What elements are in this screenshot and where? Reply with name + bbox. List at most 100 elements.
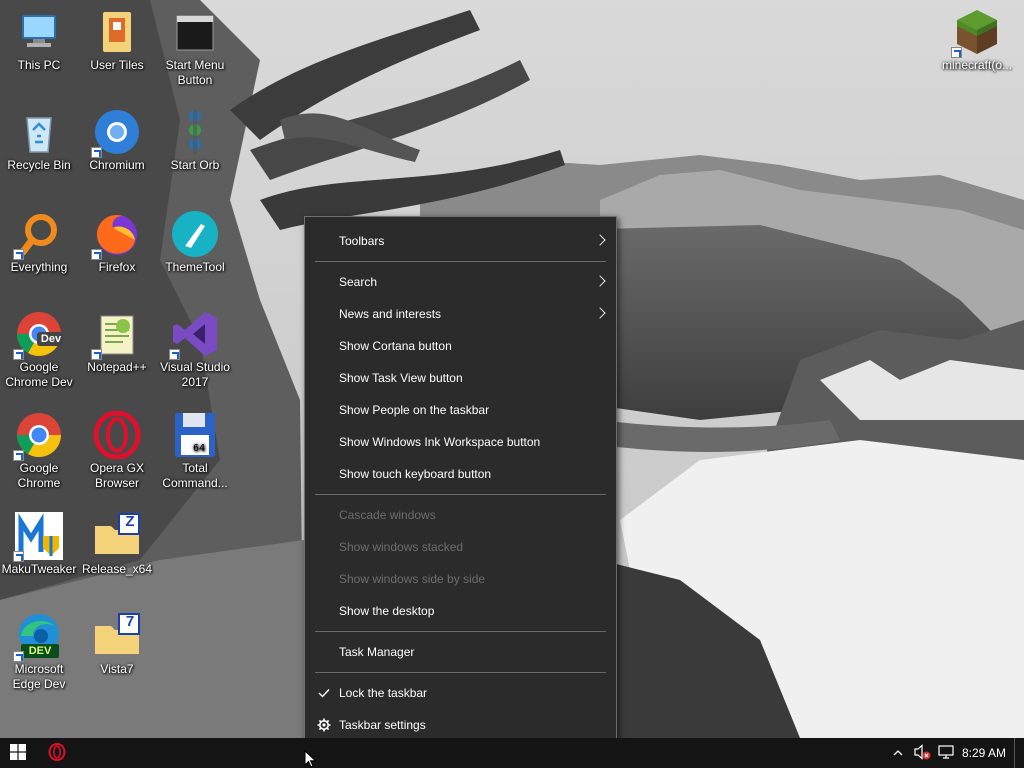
desktop-icon-google-chrome[interactable]: Google Chrome xyxy=(0,411,78,491)
volume-muted-icon xyxy=(913,743,931,763)
desktop-icon-firefox[interactable]: Firefox xyxy=(78,210,156,275)
start-button[interactable] xyxy=(0,738,36,768)
desktop-icon-label: Recycle Bin xyxy=(7,158,71,172)
chevron-up-icon xyxy=(893,746,903,760)
desktop-icon-label: Everything xyxy=(10,260,68,274)
folder-icon: 7 xyxy=(93,612,141,660)
folder-icon xyxy=(93,8,141,56)
menu-separator xyxy=(315,494,606,495)
taskbar-clock[interactable]: 8:29 AM xyxy=(962,738,1006,768)
menu-item-lock-the-taskbar[interactable]: Lock the taskbar xyxy=(305,677,616,709)
desktop-icon-minecraft[interactable]: minecraft(o... xyxy=(936,8,1018,73)
desktop-icon-label: Release_x64 xyxy=(81,562,153,576)
desktop-icon-label: Google Chrome xyxy=(17,461,61,490)
menu-item-cascade-windows: Cascade windows xyxy=(305,499,616,531)
menu-item-label: Show windows side by side xyxy=(339,572,486,586)
menu-item-show-task-view-button[interactable]: Show Task View button xyxy=(305,362,616,394)
desktop-icon-label: minecraft(o... xyxy=(941,58,1013,72)
computer-icon xyxy=(15,8,63,56)
folder-badge: 7 xyxy=(125,613,135,630)
folder-badge: Z xyxy=(125,513,135,530)
makutweaker-icon xyxy=(13,512,63,562)
menu-item-label: Cascade windows xyxy=(339,508,436,522)
desktop-icon-total-commander[interactable]: 64 Total Command... xyxy=(156,411,234,491)
edge-dev-icon: DEV xyxy=(13,612,63,662)
menu-item-show-people-on-taskbar[interactable]: Show People on the taskbar xyxy=(305,394,616,426)
menu-item-label: Show windows stacked xyxy=(339,540,464,554)
menu-item-label: Task Manager xyxy=(339,645,415,659)
menu-item-label: Toolbars xyxy=(339,234,385,248)
desktop-icon-user-tiles[interactable]: User Tiles xyxy=(78,8,156,73)
desktop-icon-notepadpp[interactable]: Notepad++ xyxy=(78,310,156,375)
desktop-icon-label: Google Chrome Dev xyxy=(5,360,73,389)
desktop-icon-label: Vista7 xyxy=(100,662,134,676)
desktop-icon-chromium[interactable]: Chromium xyxy=(78,108,156,173)
menu-item-show-cortana-button[interactable]: Show Cortana button xyxy=(305,330,616,362)
desktop-icon-visual-studio[interactable]: Visual Studio 2017 xyxy=(156,310,234,390)
windows-logo-icon xyxy=(10,743,26,763)
chromium-icon xyxy=(91,108,141,158)
desktop-icon-label: Visual Studio 2017 xyxy=(160,360,230,389)
menu-item-search[interactable]: Search xyxy=(305,266,616,298)
menu-item-taskbar-settings[interactable]: Taskbar settings xyxy=(305,709,616,741)
taskbar-pinned-opera-gx[interactable] xyxy=(42,738,72,768)
desktop-icon-everything[interactable]: Everything xyxy=(0,210,78,275)
desktop-icon-themetool[interactable]: ThemeTool xyxy=(156,210,234,275)
taskbar: 8:29 AM xyxy=(0,738,1024,768)
network-button[interactable] xyxy=(934,738,958,768)
desktop-icon-recycle-bin[interactable]: Recycle Bin xyxy=(0,108,78,173)
desktop-icon-makutweaker[interactable]: MakuTweaker xyxy=(0,512,78,577)
shortcut-arrow-icon xyxy=(13,249,24,260)
show-hidden-icons-button[interactable] xyxy=(886,738,910,768)
visual-studio-icon xyxy=(169,310,219,360)
shortcut-arrow-icon xyxy=(13,349,24,360)
desktop-icon-release-x64[interactable]: Z Release_x64 xyxy=(78,512,156,577)
menu-item-show-the-desktop[interactable]: Show the desktop xyxy=(305,595,616,627)
menu-item-show-touch-keyboard-button[interactable]: Show touch keyboard button xyxy=(305,458,616,490)
menu-item-toolbars[interactable]: Toolbars xyxy=(305,225,616,257)
menu-item-task-manager[interactable]: Task Manager xyxy=(305,636,616,668)
start-menu-button-icon xyxy=(171,8,219,56)
menu-item-label: Search xyxy=(339,275,378,289)
shortcut-arrow-icon xyxy=(13,651,24,662)
menu-item-label: Show People on the taskbar xyxy=(339,403,490,417)
shortcut-arrow-icon xyxy=(91,249,102,260)
desktop-icon-label: Total Command... xyxy=(162,461,228,490)
dev-badge: DEV xyxy=(28,645,52,657)
show-desktop-button[interactable] xyxy=(1014,738,1024,768)
minecraft-grass-block-icon xyxy=(951,8,1001,58)
menu-separator xyxy=(315,261,606,262)
menu-item-label: News and interests xyxy=(339,307,442,321)
shortcut-arrow-icon xyxy=(13,551,24,562)
desktop-icon-this-pc[interactable]: This PC xyxy=(0,8,78,73)
start-orb-icon xyxy=(171,108,219,156)
desktop-icon-label: User Tiles xyxy=(90,58,144,72)
desktop-icon-opera-gx[interactable]: Opera GX Browser xyxy=(78,411,156,491)
desktop-icon-label: ThemeTool xyxy=(165,260,225,274)
chrome-icon xyxy=(13,411,63,461)
checkmark-icon xyxy=(316,677,332,709)
chevron-right-icon xyxy=(594,234,606,246)
volume-button[interactable] xyxy=(910,738,934,768)
desktop-icon-vista7[interactable]: 7 Vista7 xyxy=(78,612,156,677)
desktop-icon-chrome-dev[interactable]: Dev Google Chrome Dev xyxy=(0,310,78,390)
menu-item-show-windows-ink-workspace-button[interactable]: Show Windows Ink Workspace button xyxy=(305,426,616,458)
desktop-icon-edge-dev[interactable]: DEV Microsoft Edge Dev xyxy=(0,612,78,692)
gear-icon xyxy=(316,709,332,741)
dev-badge: Dev xyxy=(40,333,62,345)
chevron-right-icon xyxy=(594,275,606,287)
opera-gx-icon xyxy=(93,411,141,459)
shortcut-arrow-icon xyxy=(91,349,102,360)
opera-gx-icon xyxy=(48,742,66,764)
desktop-icon-start-orb[interactable]: Start Orb xyxy=(156,108,234,173)
menu-item-news-and-interests[interactable]: News and interests xyxy=(305,298,616,330)
svg-text:64: 64 xyxy=(193,443,205,454)
firefox-icon xyxy=(91,210,141,260)
floppy-disk-icon: 64 xyxy=(171,411,219,459)
desktop-icon-start-menu-button[interactable]: Start Menu Button xyxy=(156,8,234,88)
desktop-icon-label: Opera GX Browser xyxy=(89,461,145,490)
notepad-plus-plus-icon xyxy=(91,310,141,360)
desktop-icon-label: Chromium xyxy=(89,158,145,172)
menu-separator xyxy=(315,631,606,632)
shortcut-arrow-icon xyxy=(169,349,180,360)
